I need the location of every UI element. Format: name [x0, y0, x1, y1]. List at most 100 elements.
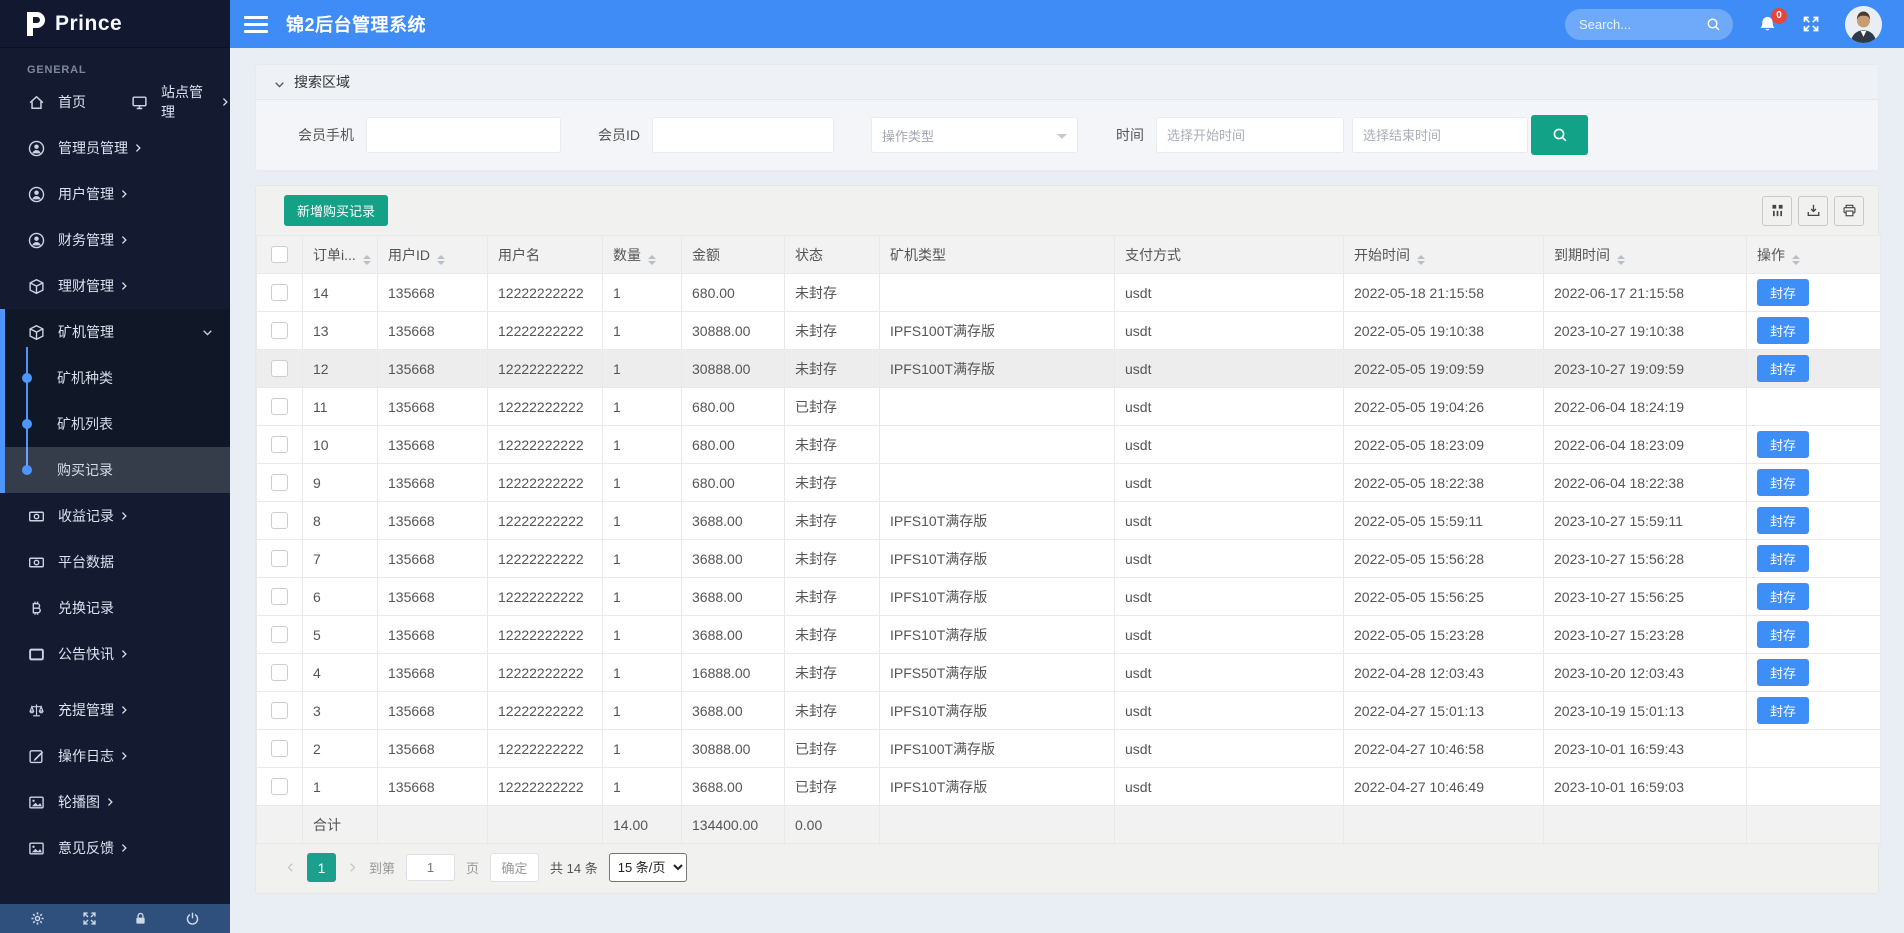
- sidebar-item-wealth[interactable]: 理财管理: [0, 263, 230, 309]
- cell-status: 已封存: [785, 388, 880, 426]
- column-header-user_id[interactable]: 用户ID: [378, 236, 488, 274]
- sidebar-item-recharge[interactable]: 充提管理: [0, 687, 230, 733]
- goto-confirm-button[interactable]: 确定: [490, 853, 539, 882]
- seal-button[interactable]: 封存: [1757, 659, 1809, 686]
- sidebar-item-notice[interactable]: 公告快讯: [0, 631, 230, 677]
- add-purchase-record-button[interactable]: 新增购买记录: [284, 195, 388, 226]
- lock-icon[interactable]: [133, 911, 148, 926]
- seal-button[interactable]: 封存: [1757, 469, 1809, 496]
- logo: Prince: [0, 0, 230, 48]
- seal-button[interactable]: 封存: [1757, 279, 1809, 306]
- seal-button[interactable]: 封存: [1757, 355, 1809, 382]
- search-panel-header[interactable]: 搜索区域: [256, 65, 1878, 100]
- power-icon[interactable]: [185, 911, 200, 926]
- expand-icon[interactable]: [82, 911, 97, 926]
- cell-user_id: 135668: [378, 502, 488, 540]
- cell-order_id: 14: [303, 274, 378, 312]
- select-all-checkbox[interactable]: [271, 246, 288, 263]
- sidebar-item-label: 轮播图: [58, 792, 100, 812]
- sidebar-menu: 首页站点管理管理员管理用户管理财务管理理财管理矿机管理矿机种类矿机列表购买记录收…: [0, 79, 230, 904]
- cell-order_id: 11: [303, 388, 378, 426]
- export-button[interactable]: [1798, 196, 1828, 226]
- print-button[interactable]: [1834, 196, 1864, 226]
- page-1-button[interactable]: 1: [307, 853, 336, 882]
- row-checkbox[interactable]: [271, 740, 288, 757]
- notifications-bell-icon[interactable]: 0: [1758, 15, 1777, 34]
- sidebar-item-miner-list[interactable]: 矿机列表: [5, 401, 230, 447]
- column-label: 到期时间: [1554, 247, 1610, 263]
- cell-checkbox: [257, 578, 303, 616]
- cell-action: 封存: [1747, 692, 1881, 730]
- column-header-end_time[interactable]: 到期时间: [1544, 236, 1747, 274]
- sidebar-item-platform[interactable]: 平台数据: [0, 539, 230, 585]
- cell-action: 封存: [1747, 540, 1881, 578]
- sidebar-item-exchange[interactable]: 兑换记录: [0, 585, 230, 631]
- cell-start_time: 2022-05-05 15:23:28: [1344, 616, 1544, 654]
- phone-input[interactable]: [366, 117, 561, 153]
- end-time-input[interactable]: [1352, 117, 1528, 153]
- sidebar-item-label: 财务管理: [58, 230, 114, 250]
- sidebar-item-label: 充提管理: [58, 700, 114, 720]
- sidebar-item-miner[interactable]: 矿机管理: [5, 309, 230, 355]
- row-checkbox[interactable]: [271, 702, 288, 719]
- seal-button[interactable]: 封存: [1757, 583, 1809, 610]
- row-checkbox[interactable]: [271, 398, 288, 415]
- cell-checkbox: [257, 730, 303, 768]
- row-checkbox[interactable]: [271, 322, 288, 339]
- seal-button[interactable]: 封存: [1757, 431, 1809, 458]
- gear-icon[interactable]: [30, 911, 45, 926]
- sidebar-item-oplog[interactable]: 操作日志: [0, 733, 230, 779]
- fullscreen-icon[interactable]: [1802, 15, 1820, 33]
- sidebar-item-users[interactable]: 用户管理: [0, 171, 230, 217]
- row-checkbox[interactable]: [271, 588, 288, 605]
- search-submit-button[interactable]: [1531, 115, 1588, 155]
- sidebar-item-home[interactable]: 首页: [0, 79, 127, 125]
- column-header-quantity[interactable]: 数量: [603, 236, 682, 274]
- sort-icon: [363, 255, 371, 265]
- sort-icon: [648, 255, 656, 265]
- column-header-checkbox[interactable]: [257, 236, 303, 274]
- cell-order_id: 1: [303, 768, 378, 806]
- chevron-right-icon: [119, 281, 129, 291]
- cell-status: 未封存: [785, 692, 880, 730]
- search-icon[interactable]: [1706, 17, 1721, 32]
- user-avatar[interactable]: [1845, 6, 1882, 43]
- hamburger-menu-icon[interactable]: [244, 16, 268, 33]
- goto-page-input[interactable]: [406, 854, 455, 881]
- sidebar-item-feedback[interactable]: 意见反馈: [0, 825, 230, 871]
- row-checkbox[interactable]: [271, 436, 288, 453]
- columns-toggle-button[interactable]: [1762, 196, 1792, 226]
- sidebar-item-purchase-records[interactable]: 购买记录: [5, 447, 230, 493]
- row-checkbox[interactable]: [271, 284, 288, 301]
- seal-button[interactable]: 封存: [1757, 317, 1809, 344]
- operation-type-select[interactable]: 操作类型: [871, 117, 1078, 153]
- row-checkbox[interactable]: [271, 474, 288, 491]
- seal-button[interactable]: 封存: [1757, 621, 1809, 648]
- page-size-select[interactable]: 15 条/页: [609, 853, 687, 882]
- sidebar-item-admin[interactable]: 管理员管理: [0, 125, 230, 171]
- row-checkbox[interactable]: [271, 664, 288, 681]
- cell-end_time: 2023-10-27 19:09:59: [1544, 350, 1747, 388]
- sidebar-item-finance[interactable]: 财务管理: [0, 217, 230, 263]
- row-checkbox[interactable]: [271, 360, 288, 377]
- row-checkbox[interactable]: [271, 512, 288, 529]
- row-checkbox[interactable]: [271, 550, 288, 567]
- member-id-input[interactable]: [652, 117, 834, 153]
- row-checkbox[interactable]: [271, 778, 288, 795]
- row-checkbox[interactable]: [271, 626, 288, 643]
- next-page-button[interactable]: [347, 862, 358, 873]
- sidebar-item-miner-type[interactable]: 矿机种类: [5, 355, 230, 401]
- seal-button[interactable]: 封存: [1757, 545, 1809, 572]
- cell-order_id: 7: [303, 540, 378, 578]
- sidebar-item-site[interactable]: 站点管理: [127, 79, 230, 125]
- start-time-input[interactable]: [1156, 117, 1344, 153]
- column-header-action[interactable]: 操作: [1747, 236, 1881, 274]
- sidebar-item-banner[interactable]: 轮播图: [0, 779, 230, 825]
- seal-button[interactable]: 封存: [1757, 697, 1809, 724]
- cell-amount: 30888.00: [682, 350, 785, 388]
- prev-page-button[interactable]: [285, 862, 296, 873]
- seal-button[interactable]: 封存: [1757, 507, 1809, 534]
- column-header-start_time[interactable]: 开始时间: [1344, 236, 1544, 274]
- sidebar-item-income[interactable]: 收益记录: [0, 493, 230, 539]
- column-header-order_id[interactable]: 订单i...: [303, 236, 378, 274]
